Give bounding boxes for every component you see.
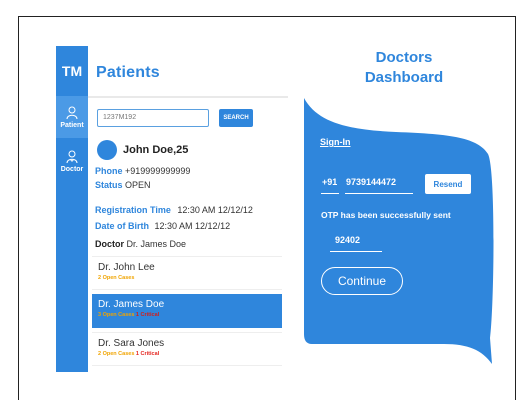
search-button[interactable]: SEARCH bbox=[219, 109, 253, 127]
critical-count: 1 Critical bbox=[135, 351, 160, 357]
open-cases-count: 2 Open Cases bbox=[98, 351, 135, 357]
registration-value: 12:30 AM 12/12/12 bbox=[177, 205, 253, 215]
status-value: OPEN bbox=[125, 180, 151, 190]
case-list-item[interactable]: Dr. Sara Jones 2 Open Cases 1 Critical bbox=[92, 332, 282, 366]
status-row: Status OPEN bbox=[95, 180, 151, 190]
dob-label: Date of Birth bbox=[95, 221, 149, 231]
user-icon bbox=[66, 106, 78, 119]
phone-value: +919999999999 bbox=[125, 166, 191, 176]
otp-status-message: OTP has been successfully sent bbox=[321, 210, 451, 220]
country-code-underline bbox=[321, 193, 339, 194]
phone-field[interactable]: 9739144472 bbox=[346, 177, 396, 187]
case-list-item-selected[interactable]: Dr. James Doe 3 Open Cases 1 Critical bbox=[92, 294, 282, 328]
sidebar-item-label: Patient bbox=[60, 121, 84, 129]
sidebar-item-patient[interactable]: Patient bbox=[56, 96, 88, 138]
doctor-label: Doctor bbox=[95, 239, 124, 249]
registration-label: Registration Time bbox=[95, 205, 171, 215]
divider bbox=[88, 96, 288, 98]
open-cases-count: 2 Open Cases bbox=[98, 275, 135, 281]
dob-value: 12:30 AM 12/12/12 bbox=[154, 221, 231, 231]
doctor-value: Dr. James Doe bbox=[126, 239, 187, 249]
sidebar-item-label: Doctor bbox=[60, 165, 84, 173]
otp-field[interactable]: 92402 bbox=[335, 235, 360, 245]
resend-button[interactable]: Resend bbox=[425, 174, 471, 194]
case-list-item[interactable]: Dr. John Lee 2 Open Cases bbox=[92, 256, 282, 290]
phone-row: Phone +919999999999 bbox=[95, 166, 190, 176]
dob-row: Date of Birth 12:30 AM 12/12/12 bbox=[95, 221, 230, 231]
doctor-row: Doctor Dr. James Doe bbox=[95, 239, 186, 249]
case-doctor-name: Dr. James Doe bbox=[98, 299, 165, 310]
open-cases-count: 3 Open Cases bbox=[98, 312, 135, 318]
critical-count: 1 Critical bbox=[135, 312, 160, 318]
dashboard-title-line: Doctors bbox=[375, 49, 433, 66]
page-title: Patients bbox=[96, 64, 160, 81]
otp-underline bbox=[330, 251, 382, 252]
avatar bbox=[97, 140, 117, 160]
phone-label: Phone bbox=[95, 166, 123, 176]
dashboard-title: Doctors Dashboard bbox=[360, 48, 448, 88]
status-label: Status bbox=[95, 180, 123, 190]
registration-row: Registration Time 12:30 AM 12/12/12 bbox=[95, 205, 253, 215]
brand-logo: TM bbox=[56, 46, 88, 96]
sidebar-item-doctor[interactable]: Doctor bbox=[56, 140, 88, 182]
case-doctor-name: Dr. Sara Jones bbox=[98, 338, 165, 349]
search-input[interactable]: 1237M192 bbox=[97, 109, 209, 127]
patient-name: John Doe,25 bbox=[123, 144, 189, 156]
sidebar: TM Patient Doctor bbox=[56, 46, 88, 372]
case-doctor-name: Dr. John Lee bbox=[98, 262, 155, 273]
continue-button[interactable]: Continue bbox=[321, 267, 403, 295]
doctor-icon bbox=[66, 150, 78, 163]
phone-underline bbox=[345, 193, 413, 194]
country-code-field[interactable]: +91 bbox=[322, 177, 337, 187]
dashboard-title-line: Dashboard bbox=[364, 69, 444, 86]
signin-heading: Sign-In bbox=[320, 137, 351, 147]
